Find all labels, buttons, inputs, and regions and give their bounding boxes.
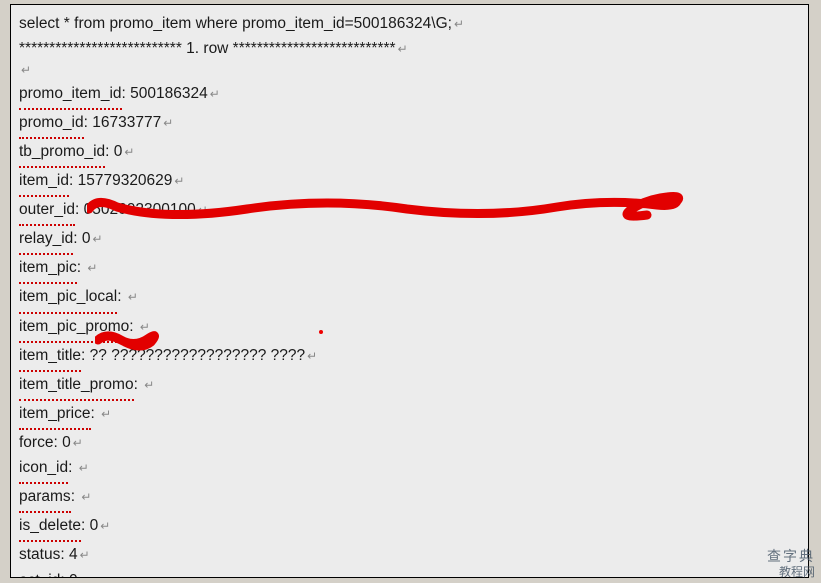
field-value: 4	[69, 542, 78, 567]
query-line: select * from promo_item where promo_ite…	[19, 11, 800, 36]
field-label: relay_id	[19, 226, 73, 255]
row-item_id: item_id: 15779320629↵	[19, 168, 800, 197]
row-status: status: 4↵	[19, 542, 800, 567]
row-relay_id: relay_id: 0↵	[19, 226, 800, 255]
field-value: 0	[114, 139, 123, 164]
row-item_pic: item_pic: ↵	[19, 255, 800, 284]
field-value: 0	[82, 226, 91, 251]
field-label: item_price	[19, 401, 91, 430]
field-label: is_delete	[19, 513, 81, 542]
field-label: act_id	[19, 568, 60, 578]
cr-mark: ↵	[398, 40, 408, 59]
cr-mark: ↵	[454, 15, 464, 34]
row-act_id: act_id: 0↵	[19, 568, 800, 578]
sql-output-panel: select * from promo_item where promo_ite…	[10, 4, 809, 578]
field-label: force	[19, 430, 53, 455]
field-label: params	[19, 484, 71, 513]
field-label: item_title	[19, 343, 81, 372]
field-value: 0	[90, 513, 99, 538]
field-value: 500186324	[130, 81, 208, 106]
row-item_title_promo: item_title_promo: ↵	[19, 372, 800, 401]
row-item_price: item_price: ↵	[19, 401, 800, 430]
blank-line: ↵	[19, 61, 800, 80]
screenshot-canvas: select * from promo_item where promo_ite…	[0, 0, 821, 583]
field-label: promo_item_id	[19, 81, 122, 110]
field-value: 0	[62, 430, 71, 455]
field-label: item_pic_promo	[19, 314, 129, 343]
field-label: item_id	[19, 168, 69, 197]
query-text: select * from promo_item where promo_ite…	[19, 11, 452, 36]
field-value: 0502002300100	[84, 197, 196, 222]
field-value: 15779320629	[78, 168, 173, 193]
row-force: force: 0↵	[19, 430, 800, 455]
row-tb_promo_id: tb_promo_id: 0↵	[19, 139, 800, 168]
row-promo_id: promo_id: 16733777↵	[19, 110, 800, 139]
field-value: 16733777	[92, 110, 161, 135]
field-label: promo_id	[19, 110, 84, 139]
row-item_pic_promo: item_pic_promo: ↵	[19, 314, 800, 343]
row-item_title: item_title: ?? ?????????????????? ????↵	[19, 343, 800, 372]
field-label: item_pic	[19, 255, 77, 284]
cr-mark: ↵	[21, 61, 31, 80]
field-label: item_pic_local	[19, 284, 117, 313]
field-label: status	[19, 542, 60, 567]
row-promo_item_id: promo_item_id: 500186324↵	[19, 81, 800, 110]
row-is_delete: is_delete: 0↵	[19, 513, 800, 542]
row-outer_id: outer_id: 0502002300100↵	[19, 197, 800, 226]
row-item_pic_local: item_pic_local: ↵	[19, 284, 800, 313]
field-label: icon_id	[19, 455, 68, 484]
row-params: params: ↵	[19, 484, 800, 513]
row-icon_id: icon_id: ↵	[19, 455, 800, 484]
field-value: ?? ?????????????????? ????	[90, 343, 306, 368]
field-value: 0	[69, 568, 78, 578]
field-label: item_title_promo	[19, 372, 134, 401]
field-label: outer_id	[19, 197, 75, 226]
row-separator-text: *************************** 1. row *****…	[19, 36, 396, 61]
field-label: tb_promo_id	[19, 139, 105, 168]
row-separator: *************************** 1. row *****…	[19, 36, 800, 61]
